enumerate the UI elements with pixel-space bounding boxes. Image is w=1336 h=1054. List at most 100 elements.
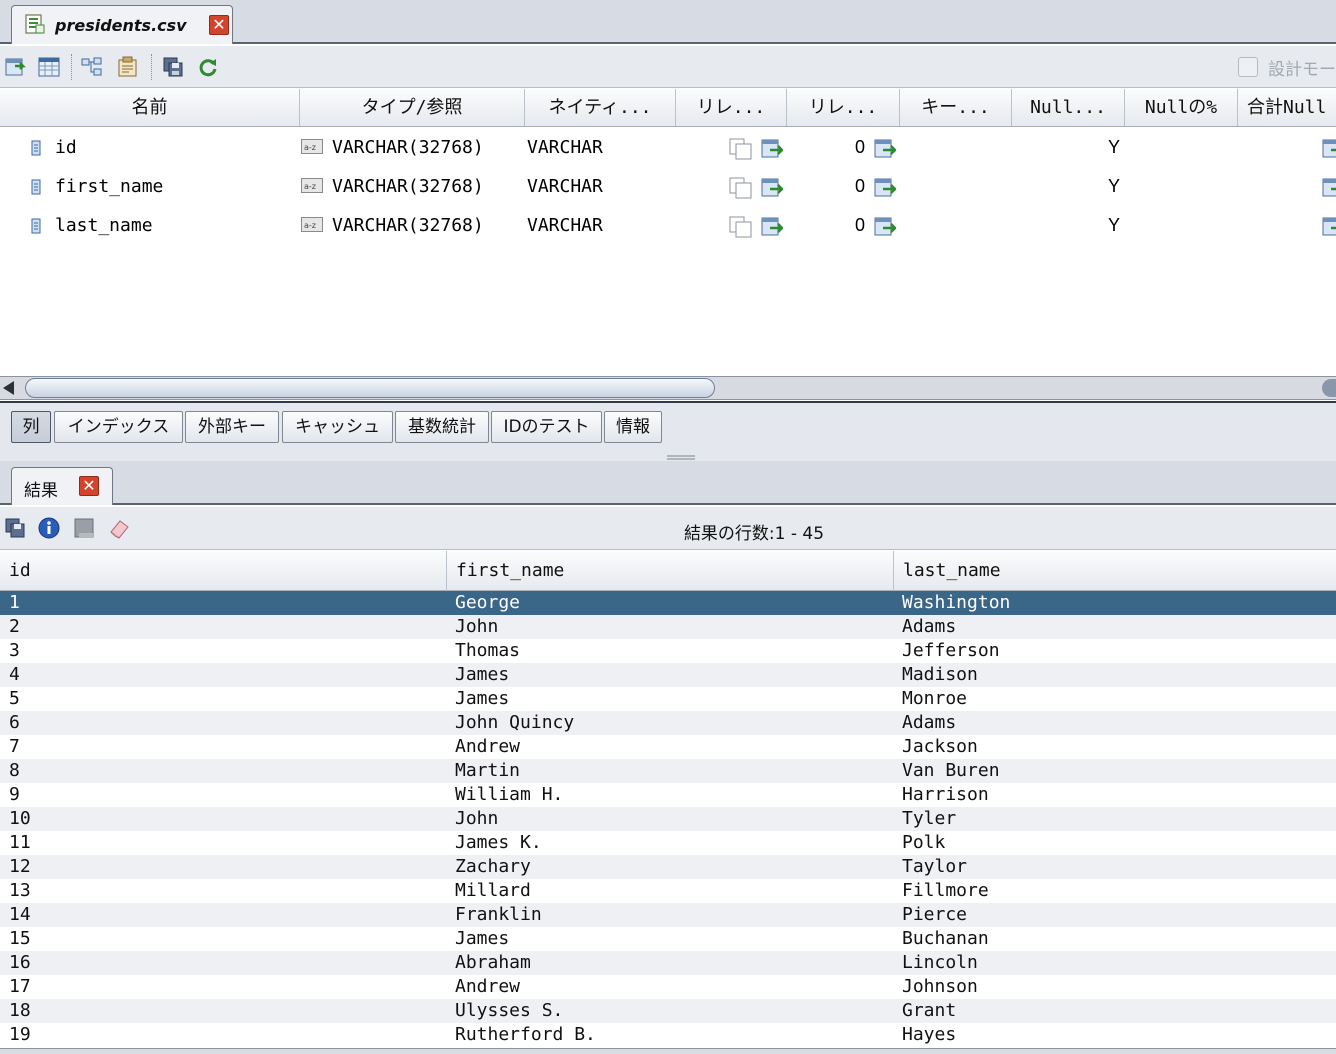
cell-id: 6	[9, 712, 20, 733]
open-relation-icon[interactable]	[1322, 215, 1336, 237]
table-row[interactable]: 1 George Washington	[0, 591, 1336, 615]
cell-id: 8	[9, 760, 20, 781]
column-header-native[interactable]: ネイティ...	[525, 89, 676, 126]
cell-id: 17	[9, 976, 31, 997]
table-row[interactable]: 16 Abraham Lincoln	[0, 951, 1336, 975]
results-table-header: id first_name last_name	[0, 551, 1336, 591]
cell-last-name: Polk	[902, 832, 946, 853]
results-tab[interactable]: 結果 ✕	[11, 467, 113, 505]
cell-first-name: William H.	[455, 784, 564, 805]
result-header-id[interactable]: id	[0, 551, 447, 591]
cell-last-name: Van Buren	[902, 760, 1000, 781]
table-row[interactable]: 8 Martin Van Buren	[0, 759, 1336, 783]
column-row-id[interactable]: id a-z VARCHAR(32768) VARCHAR 0 Y	[0, 128, 1336, 167]
scroll-right-arrow-icon[interactable]	[1322, 379, 1336, 397]
cell-first-name: Thomas	[455, 640, 521, 661]
cell-last-name: Grant	[902, 1000, 957, 1021]
cell-id: 13	[9, 880, 31, 901]
tab-id-test[interactable]: IDのテスト	[491, 411, 602, 443]
column-header-name[interactable]: 名前	[0, 89, 300, 126]
tab-cardinality[interactable]: 基数統計	[395, 411, 489, 443]
table-row[interactable]: 14 Franklin Pierce	[0, 903, 1336, 927]
table-row[interactable]: 7 Andrew Jackson	[0, 735, 1336, 759]
cell-last-name: Washington	[902, 592, 1011, 613]
cell-id: 12	[9, 856, 31, 877]
save-icon[interactable]	[162, 56, 184, 78]
table-row[interactable]: 12 Zachary Taylor	[0, 855, 1336, 879]
cell-last-name: Taylor	[902, 856, 968, 877]
open-relation-icon[interactable]	[1322, 176, 1336, 198]
cell-last-name: Adams	[902, 712, 957, 733]
table-row[interactable]: 4 James Madison	[0, 663, 1336, 687]
design-mode-label: 設計モー	[1268, 59, 1336, 80]
close-results-tab-icon[interactable]: ✕	[79, 476, 99, 496]
tab-columns[interactable]: 列	[11, 411, 51, 443]
copy-icon[interactable]	[729, 216, 753, 238]
close-file-tab-icon[interactable]: ✕	[209, 15, 229, 35]
column-row-first-name[interactable]: first_name a-z VARCHAR(32768) VARCHAR 0 …	[0, 167, 1336, 206]
open-relation-icon[interactable]	[761, 215, 783, 237]
tab-indexes[interactable]: インデックス	[54, 411, 183, 443]
column-header-key[interactable]: キー...	[900, 89, 1012, 126]
column-header-null-percent[interactable]: Nullの%	[1125, 89, 1238, 126]
tab-cache[interactable]: キャッシュ	[282, 411, 393, 443]
refresh-icon[interactable]	[197, 56, 219, 78]
column-name: first_name	[55, 176, 164, 197]
table-row[interactable]: 13 Millard Fillmore	[0, 879, 1336, 903]
cell-id: 4	[9, 664, 20, 685]
cell-first-name: John	[455, 808, 499, 829]
table-row[interactable]: 18 Ulysses S. Grant	[0, 999, 1336, 1023]
open-relation-icon[interactable]	[874, 176, 896, 198]
editor-tab-strip: presidents.csv ✕	[0, 0, 1336, 44]
open-relation-icon[interactable]	[874, 137, 896, 159]
table-grid-icon[interactable]	[38, 56, 60, 78]
table-row[interactable]: 10 John Tyler	[0, 807, 1336, 831]
copy-icon[interactable]	[729, 138, 753, 160]
open-relation-icon[interactable]	[1322, 137, 1336, 159]
table-row[interactable]: 3 Thomas Jefferson	[0, 639, 1336, 663]
copy-icon[interactable]	[729, 177, 753, 199]
tab-foreign-keys[interactable]: 外部キー	[185, 411, 279, 443]
relations-icon[interactable]	[81, 56, 103, 78]
tab-info[interactable]: 情報	[604, 411, 662, 443]
results-table: 1 George Washington 2 John Adams 3 Thomas Jeff…	[0, 591, 1336, 1048]
column-type: VARCHAR(32768)	[332, 137, 484, 158]
open-relation-icon[interactable]	[761, 176, 783, 198]
cell-first-name: Abraham	[455, 952, 531, 973]
table-row[interactable]: 5 James Monroe	[0, 687, 1336, 711]
toolbar-separator	[71, 54, 72, 80]
column-header-null[interactable]: Null...	[1012, 89, 1125, 126]
table-row[interactable]: 15 James Buchanan	[0, 927, 1336, 951]
scroll-left-arrow-icon[interactable]	[3, 381, 14, 395]
open-relation-icon[interactable]	[874, 215, 896, 237]
table-row[interactable]: 11 James K. Polk	[0, 831, 1336, 855]
table-row[interactable]: 19 Rutherford B. Hayes	[0, 1023, 1336, 1047]
result-header-last-name[interactable]: last_name	[894, 551, 1336, 591]
cell-last-name: Harrison	[902, 784, 989, 805]
result-header-first-name[interactable]: first_name	[447, 551, 894, 591]
design-mode-toggle[interactable]: 設計モー	[1238, 56, 1336, 80]
column-header-total-null[interactable]: 合計Null	[1238, 89, 1336, 126]
column-header-type[interactable]: タイプ/参照	[300, 89, 525, 126]
table-row[interactable]: 2 John Adams	[0, 615, 1336, 639]
column-header-relation-2[interactable]: リレ...	[787, 89, 900, 126]
splitter-grip[interactable]	[667, 455, 695, 460]
string-type-icon: a-z	[301, 217, 323, 232]
results-tab-title: 結果	[24, 481, 58, 501]
column-row-last-name[interactable]: last_name a-z VARCHAR(32768) VARCHAR 0 Y	[0, 206, 1336, 245]
add-column-icon[interactable]	[4, 56, 26, 78]
table-row[interactable]: 17 Andrew Johnson	[0, 975, 1336, 999]
table-row[interactable]: 9 William H. Harrison	[0, 783, 1336, 807]
csv-file-icon	[25, 14, 45, 34]
column-header-relation-1[interactable]: リレ...	[676, 89, 787, 126]
results-tab-strip: 結果 ✕	[0, 461, 1336, 505]
cell-last-name: Jefferson	[902, 640, 1000, 661]
cell-first-name: John Quincy	[455, 712, 575, 733]
properties-icon[interactable]	[117, 56, 139, 78]
table-row[interactable]: 6 John Quincy Adams	[0, 711, 1336, 735]
file-tab-presidents[interactable]: presidents.csv ✕	[11, 5, 233, 44]
columns-horizontal-scrollbar[interactable]	[0, 376, 1336, 400]
open-relation-icon[interactable]	[761, 137, 783, 159]
design-mode-checkbox[interactable]	[1238, 57, 1258, 77]
scrollbar-thumb[interactable]	[25, 378, 715, 398]
